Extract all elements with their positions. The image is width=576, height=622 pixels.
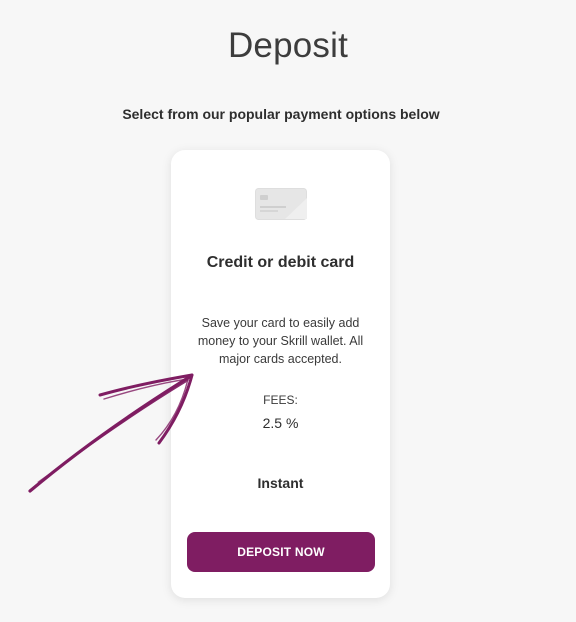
page-title: Deposit <box>227 26 349 65</box>
processing-speed: Instant <box>257 475 304 491</box>
deposit-page: Deposit Select from our popular payment … <box>0 0 576 622</box>
payment-option-card[interactable]: Credit or debit card Save your card to e… <box>171 150 390 598</box>
payment-option-description: Save your card to easily add money to yo… <box>197 316 364 366</box>
fees-label: FEES: <box>263 393 298 407</box>
credit-card-icon <box>255 188 307 220</box>
deposit-now-button[interactable]: DEPOSIT NOW <box>187 532 375 572</box>
fees-value: 2.5 % <box>262 415 299 431</box>
payment-option-title: Credit or debit card <box>206 254 355 271</box>
page-subtitle: Select from our popular payment options … <box>122 106 440 122</box>
